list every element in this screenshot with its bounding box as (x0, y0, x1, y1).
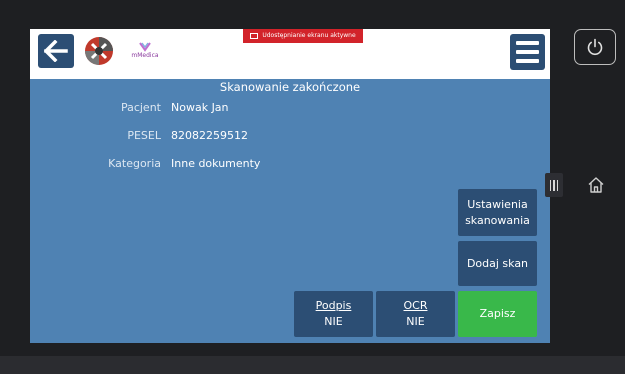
save-button[interactable]: Zapisz (458, 291, 537, 337)
page-title: Skanowanie zakończone (219, 80, 361, 94)
ocr-value: NIE (406, 315, 425, 328)
pesel-value: 82082259512 (171, 129, 248, 142)
add-scan-button[interactable]: Dodaj skan (458, 241, 537, 286)
side-handle-icon (549, 179, 552, 191)
scan-settings-line2: skanowania (465, 213, 530, 227)
power-button[interactable] (574, 29, 616, 65)
brand-name: mMedica (131, 52, 159, 59)
screen-share-icon (250, 33, 259, 39)
app-window: mMedica Udostępnianie ekranu aktywne Ska… (30, 29, 550, 343)
app-logo-icon (85, 37, 113, 65)
power-icon (587, 38, 603, 56)
home-button[interactable] (585, 174, 607, 196)
patient-value: Nowak Jan (171, 101, 229, 114)
scan-settings-line1: Ustawienia (467, 197, 528, 211)
signature-button[interactable]: Podpis NIE (294, 291, 373, 337)
screen-share-badge: Udostępnianie ekranu aktywne (243, 29, 363, 43)
signature-label: Podpis (315, 299, 352, 312)
side-panel-handle[interactable] (545, 173, 563, 197)
brand-logo: mMedica (123, 41, 167, 61)
brand-mark-icon (139, 42, 151, 52)
system-bottom-bar (0, 356, 625, 374)
ocr-label: OCR (403, 299, 428, 312)
patient-label: Pacjent (120, 101, 161, 114)
save-label: Zapisz (479, 307, 516, 320)
home-icon (588, 177, 604, 193)
hamburger-menu-icon (516, 41, 539, 45)
app-header: mMedica Udostępnianie ekranu aktywne (30, 29, 550, 79)
menu-button[interactable] (510, 34, 545, 70)
ocr-button[interactable]: OCR NIE (376, 291, 455, 337)
category-label: Kategoria (108, 157, 161, 170)
back-button[interactable] (38, 34, 74, 68)
pesel-label: PESEL (127, 129, 161, 142)
scan-settings-button[interactable]: Ustawienia skanowania (458, 189, 537, 236)
add-scan-label: Dodaj skan (466, 256, 529, 270)
screen-share-text: Udostępnianie ekranu aktywne (262, 32, 356, 39)
signature-value: NIE (324, 315, 343, 328)
category-value: Inne dokumenty (171, 157, 261, 170)
arrow-left-icon (44, 40, 68, 62)
